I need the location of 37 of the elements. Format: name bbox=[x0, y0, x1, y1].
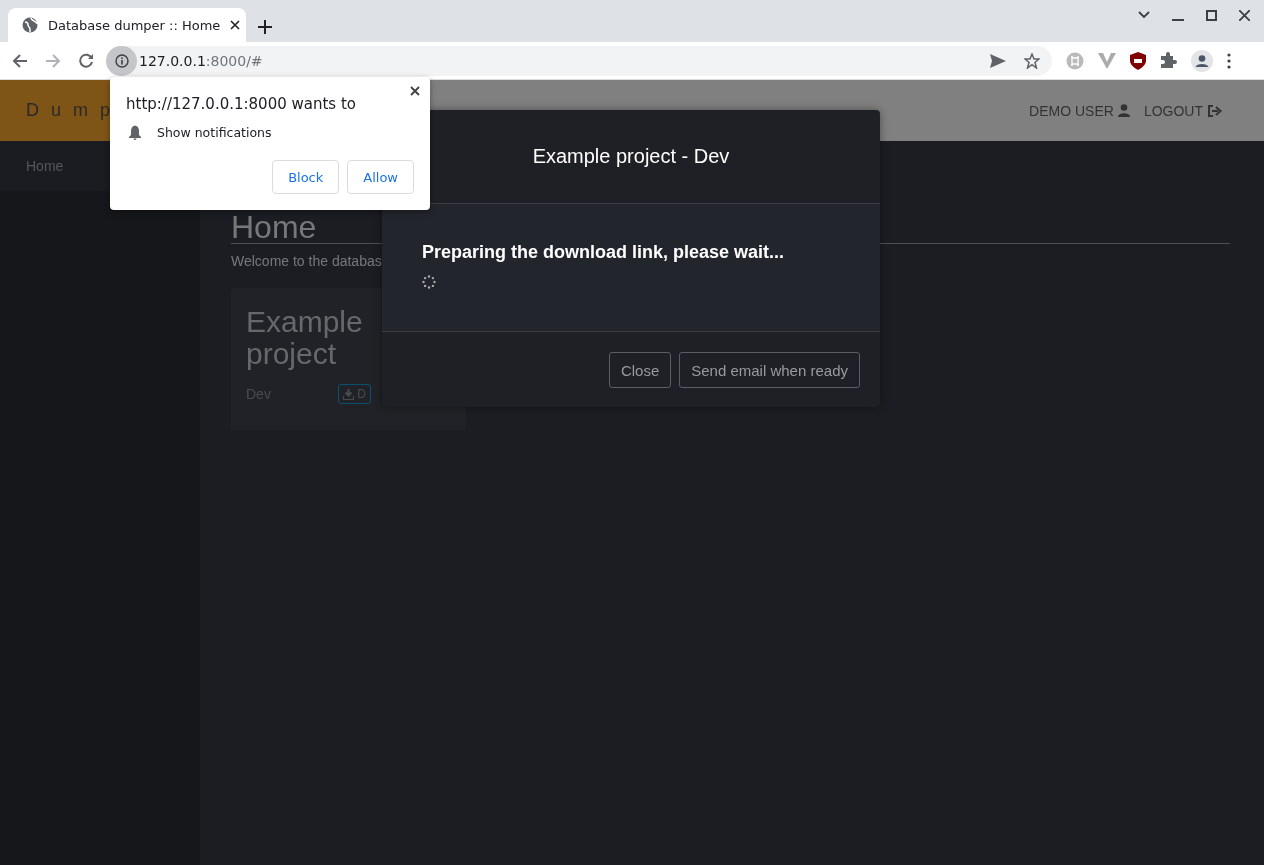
bell-icon bbox=[128, 125, 142, 140]
info-icon bbox=[114, 53, 129, 68]
maximize-icon[interactable] bbox=[1206, 9, 1217, 21]
menu-icon[interactable] bbox=[1227, 52, 1231, 69]
spinner-icon bbox=[422, 275, 436, 289]
page-heading: Home bbox=[231, 213, 317, 241]
chevron-down-icon[interactable] bbox=[1138, 11, 1150, 19]
close-icon[interactable] bbox=[230, 20, 241, 30]
person-icon bbox=[1117, 104, 1130, 117]
popup-button[interactable]: Allow bbox=[347, 160, 414, 194]
popup-button[interactable]: Block bbox=[272, 160, 340, 194]
address-bar[interactable]: 127.0.0.1:8000/# bbox=[106, 45, 1052, 76]
site-info-button[interactable] bbox=[106, 45, 137, 76]
dialog-button[interactable]: Send email when ready bbox=[679, 352, 860, 388]
logout-icon bbox=[1207, 104, 1222, 117]
tab-title: Database dumper :: Home bbox=[48, 17, 221, 33]
url-text: 127.0.0.1:8000/# bbox=[139, 52, 263, 69]
user-link[interactable]: DEMO USER bbox=[1029, 102, 1130, 119]
modal-title: Example project - Dev bbox=[532, 145, 730, 168]
puzzle-icon[interactable] bbox=[1160, 52, 1177, 69]
globe-icon bbox=[22, 17, 38, 33]
profile-icon[interactable] bbox=[1191, 49, 1213, 72]
send-icon[interactable] bbox=[990, 53, 1006, 68]
new-tab-icon[interactable] bbox=[258, 20, 272, 34]
card-title: Example project bbox=[246, 306, 364, 370]
close-icon[interactable] bbox=[410, 86, 420, 96]
logout-link[interactable]: LOGOUT bbox=[1143, 102, 1222, 119]
browser-tab[interactable]: Database dumper :: Home bbox=[8, 8, 246, 42]
reload-icon[interactable] bbox=[78, 52, 94, 69]
star-icon[interactable] bbox=[1024, 52, 1040, 69]
back-icon[interactable] bbox=[12, 52, 28, 69]
shield-icon[interactable] bbox=[1130, 51, 1146, 70]
intro-text: Welcome to the databas bbox=[231, 253, 382, 269]
status-message: Preparing the download link, please wait... bbox=[422, 242, 786, 263]
download-icon bbox=[343, 388, 355, 400]
close-icon[interactable] bbox=[1239, 9, 1250, 21]
dialog-button[interactable]: Close bbox=[608, 352, 672, 388]
